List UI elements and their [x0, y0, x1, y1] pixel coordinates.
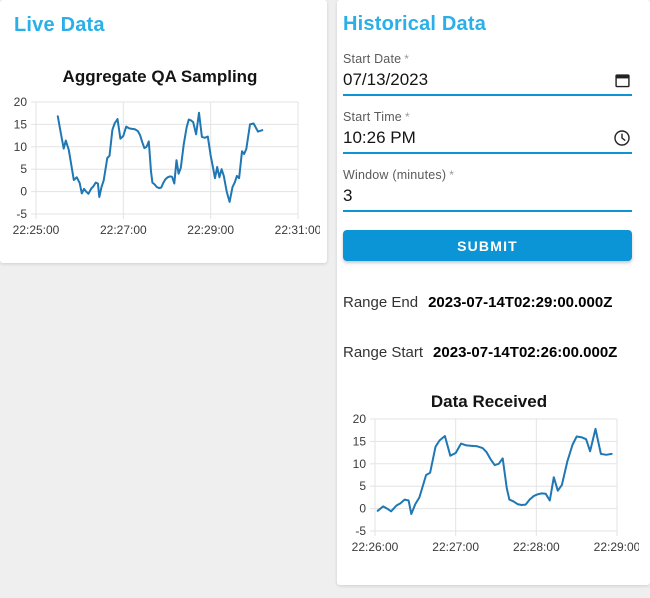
svg-text:22:29:00: 22:29:00	[594, 540, 639, 554]
historical-panel-title: Historical Data	[343, 13, 487, 35]
range-start-value: 2023-07-14T02:26:00.000Z	[433, 344, 618, 361]
calendar-icon	[614, 73, 630, 87]
range-end-label: Range End	[343, 294, 419, 311]
historical-data-panel: Historical Data Start Date* Start Time*	[337, 0, 650, 585]
range-end-row: Range End 2023-07-14T02:29:00.000Z	[343, 294, 632, 311]
svg-text:20: 20	[353, 414, 367, 426]
svg-text:22:27:00: 22:27:00	[100, 223, 147, 237]
svg-text:10: 10	[14, 140, 28, 154]
svg-text:5: 5	[359, 479, 366, 493]
range-end-value: 2023-07-14T02:29:00.000Z	[428, 294, 613, 311]
start-time-input[interactable]	[343, 126, 612, 150]
svg-text:22:25:00: 22:25:00	[13, 223, 60, 237]
svg-text:22:29:00: 22:29:00	[187, 223, 234, 237]
start-time-field: Start Time *	[343, 110, 632, 154]
svg-text:0: 0	[20, 185, 27, 199]
required-asterisk: *	[449, 168, 455, 182]
svg-text:10: 10	[353, 457, 367, 471]
svg-text:22:26:00: 22:26:00	[352, 540, 399, 554]
received-chart-title: Data Received	[430, 392, 548, 411]
svg-text:22:28:00: 22:28:00	[513, 540, 560, 554]
window-minutes-input[interactable]	[343, 184, 632, 208]
submit-button[interactable]: SUBMIT	[343, 230, 632, 261]
required-asterisk: *	[404, 52, 410, 66]
range-start-label: Range Start	[343, 344, 424, 361]
aggregate-chart-canvas: 20 15 10 5 0 -5 22:25:00 22:27:00 22:29:00 22:31:…	[13, 97, 320, 237]
range-start-row: Range Start 2023-07-14T02:26:00.000Z	[343, 344, 632, 361]
svg-text:15: 15	[353, 434, 367, 448]
svg-text:-5: -5	[16, 207, 27, 221]
window-minutes-value-row	[343, 182, 632, 212]
live-panel-title: Live Data	[14, 14, 105, 36]
svg-text:20: 20	[14, 97, 28, 109]
svg-text:15: 15	[14, 117, 28, 131]
page: Live Data Aggregate QA Sampling 20 15 10 5 0…	[0, 0, 650, 585]
start-date-value-row	[343, 66, 632, 96]
start-date-input[interactable]	[343, 68, 612, 92]
window-minutes-field: Window (minutes) *	[343, 168, 632, 212]
data-received-chart: Data Received 20 15 10 5 0 -5 22:26:00 22:27:00…	[343, 392, 639, 564]
received-chart-canvas: 20 15 10 5 0 -5 22:26:00 22:27:00 22:28:00 22:29:…	[352, 414, 639, 554]
required-asterisk: *	[404, 110, 410, 124]
start-date-label: Start Date *	[343, 52, 410, 66]
time-picker-button[interactable]	[612, 128, 632, 148]
svg-text:-5: -5	[355, 524, 366, 538]
live-data-panel: Live Data Aggregate QA Sampling 20 15 10 5 0…	[0, 0, 327, 263]
svg-text:5: 5	[20, 162, 27, 176]
svg-text:22:27:00: 22:27:00	[432, 540, 479, 554]
start-date-field: Start Date *	[343, 52, 632, 96]
aggregate-qa-chart: Aggregate QA Sampling 20 15 10 5 0 -5 22:25:00…	[0, 67, 327, 247]
svg-text:0: 0	[359, 502, 366, 516]
start-time-value-row	[343, 124, 632, 154]
svg-text:22:31:00: 22:31:00	[275, 223, 320, 237]
start-time-label: Start Time *	[343, 110, 410, 124]
window-minutes-label: Window (minutes) *	[343, 168, 455, 182]
date-picker-button[interactable]	[612, 70, 632, 90]
aggregate-chart-title: Aggregate QA Sampling	[62, 67, 258, 86]
clock-icon	[614, 130, 630, 146]
